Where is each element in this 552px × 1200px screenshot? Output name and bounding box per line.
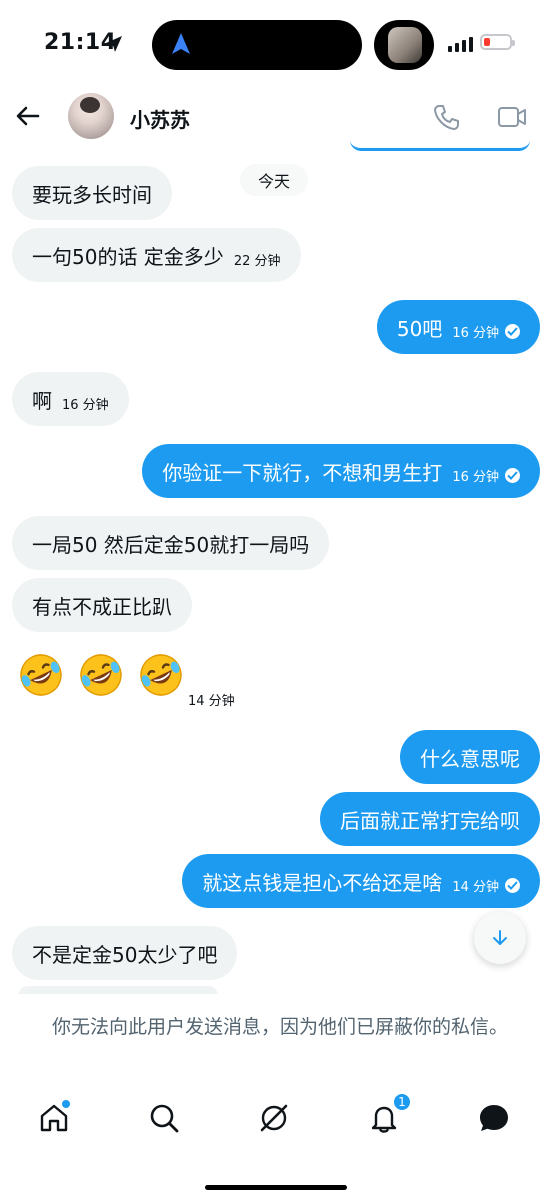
dynamic-island: [152, 20, 362, 70]
message-text: 一句50的话 定金多少: [32, 244, 224, 269]
tab-grok[interactable]: [254, 1098, 294, 1138]
message-sent[interactable]: 50吧 16 分钟: [376, 300, 540, 354]
message-text: 一局50 然后定金50就打一局吗: [32, 532, 310, 557]
message-sent[interactable]: 后面就正常打完给呗: [320, 792, 540, 846]
message-text: 你验证一下就行，不想和男生打: [162, 460, 443, 485]
message-received[interactable]: 要玩多长时间: [12, 166, 172, 220]
video-call-icon[interactable]: [496, 102, 528, 132]
blocked-notice-text: 你无法向此用户发送消息，因为他们已屏蔽你的私信。: [51, 1016, 508, 1038]
conversation-header: 小苏苏: [0, 88, 552, 148]
read-check-icon: [505, 877, 520, 893]
message-received[interactable]: 一句50的话 定金多少 22 分钟: [12, 228, 301, 282]
back-arrow-icon[interactable]: [12, 100, 44, 132]
tab-notifications[interactable]: 1: [364, 1092, 412, 1138]
message-time: 22 分钟: [233, 253, 281, 269]
rofl-emoji-icon: [20, 654, 62, 696]
tab-home[interactable]: [34, 1098, 74, 1138]
message-sent[interactable]: 什么意思呢: [400, 730, 540, 784]
message-received[interactable]: 一局50 然后定金50就打一局吗: [12, 516, 330, 570]
battery-icon: [480, 34, 515, 50]
message-text: 有点不成正比趴: [32, 594, 172, 619]
message-time: 14 分钟: [188, 694, 235, 709]
message-sent[interactable]: 就这点钱是担心不给还是啥 14 分钟: [182, 854, 540, 908]
contact-avatar[interactable]: [68, 93, 114, 139]
bottom-tab-bar: 1: [0, 1084, 552, 1154]
home-indicator: [205, 1185, 347, 1190]
messages-icon: [480, 1105, 508, 1131]
arrow-down-icon: [493, 930, 507, 945]
search-icon: [150, 1104, 179, 1133]
message-received[interactable]: 不是定金50太少了吧: [12, 926, 238, 980]
message-received[interactable]: 有点不成正比趴: [12, 578, 192, 632]
message-text: 什么意思呢: [420, 746, 520, 771]
status-bar: 21:14: [0, 0, 552, 88]
location-arrow-icon: [106, 36, 122, 52]
read-check-icon: [505, 323, 520, 339]
message-text: 啊: [32, 388, 52, 413]
rofl-emoji-icon: [140, 654, 182, 696]
contact-name[interactable]: 小苏苏: [130, 104, 190, 133]
scroll-to-bottom-button[interactable]: [474, 912, 526, 964]
rofl-emoji-icon: [80, 654, 122, 696]
message-text: 要玩多长时间: [32, 182, 152, 207]
grok-icon: [260, 1104, 288, 1132]
tab-search[interactable]: [144, 1098, 184, 1138]
message-sent[interactable]: 你验证一下就行，不想和男生打 16 分钟: [142, 444, 540, 498]
message-time: 14 分钟: [452, 879, 499, 895]
previous-message-edge: [350, 140, 530, 151]
read-check-icon: [505, 467, 520, 483]
message-time: 16 分钟: [452, 469, 499, 485]
tab-messages[interactable]: [474, 1098, 514, 1138]
message-received[interactable]: 啊 16 分钟: [12, 372, 129, 426]
message-text: 后面就正常打完给呗: [340, 808, 520, 833]
blocked-notice: 你无法向此用户发送消息，因为他们已屏蔽你的私信。: [0, 994, 552, 1074]
message-text: 不是定金50太少了吧: [32, 942, 218, 967]
message-text: 50吧: [396, 316, 443, 341]
navigation-arrow-icon: [172, 33, 190, 54]
message-received-emoji[interactable]: [18, 652, 184, 698]
signal-icon: [448, 37, 473, 52]
date-separator: 今天: [240, 164, 309, 196]
unread-dot: [62, 1100, 70, 1108]
message-text: 就这点钱是担心不给还是啥: [202, 870, 443, 895]
notification-badge: 1: [392, 1092, 412, 1112]
live-activity-thumbnail: [374, 20, 434, 70]
message-time: 16 分钟: [62, 397, 109, 413]
phone-icon[interactable]: [432, 102, 462, 132]
message-time: 16 分钟: [452, 325, 499, 341]
